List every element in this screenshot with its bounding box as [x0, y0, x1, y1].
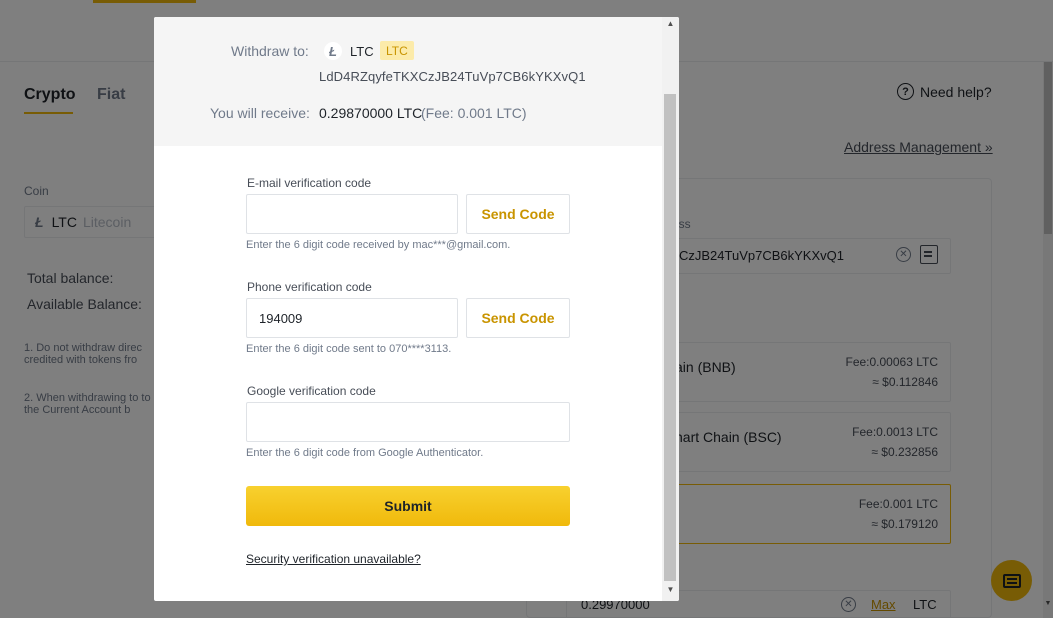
email-send-code-button[interactable]: Send Code [466, 194, 570, 234]
withdraw-address: LdD4RZqyfeTKXCzJB24TuVp7CB6kYKXvQ1 [319, 69, 586, 84]
modal-scrollbar-thumb[interactable] [664, 94, 676, 581]
phone-code-label: Phone verification code [247, 280, 372, 294]
google-code-label: Google verification code [247, 384, 376, 398]
withdraw-to-label: Withdraw to: [231, 43, 309, 59]
email-code-label: E-mail verification code [247, 176, 372, 190]
email-code-hint: Enter the 6 digit code received by mac**… [246, 239, 511, 251]
security-unavailable-link[interactable]: Security verification unavailable? [246, 552, 421, 566]
google-code-hint: Enter the 6 digit code from Google Authe… [246, 447, 484, 459]
receive-label: You will receive: [210, 105, 310, 121]
phone-send-code-button[interactable]: Send Code [466, 298, 570, 338]
network-badge: LTC [380, 41, 414, 60]
coin-symbol: LTC [350, 44, 374, 59]
phone-code-hint: Enter the 6 digit code sent to 070****31… [246, 343, 452, 355]
submit-button[interactable]: Submit [246, 486, 570, 526]
google-code-input[interactable] [246, 402, 570, 442]
phone-code-input[interactable]: 194009 [246, 298, 458, 338]
receive-amount: 0.29870000 LTC [319, 105, 423, 121]
scroll-up-arrow-icon[interactable]: ▲ [662, 19, 679, 33]
email-code-input[interactable] [246, 194, 458, 234]
litecoin-icon: Ł [324, 42, 342, 60]
withdraw-summary: Withdraw to: Ł LTC LTC LdD4RZqyfeTKXCzJB… [154, 17, 662, 146]
scroll-down-arrow-icon[interactable]: ▼ [662, 585, 679, 599]
receive-fee: (Fee: 0.001 LTC) [421, 105, 527, 121]
security-verification-modal: Withdraw to: Ł LTC LTC LdD4RZqyfeTKXCzJB… [154, 17, 679, 601]
